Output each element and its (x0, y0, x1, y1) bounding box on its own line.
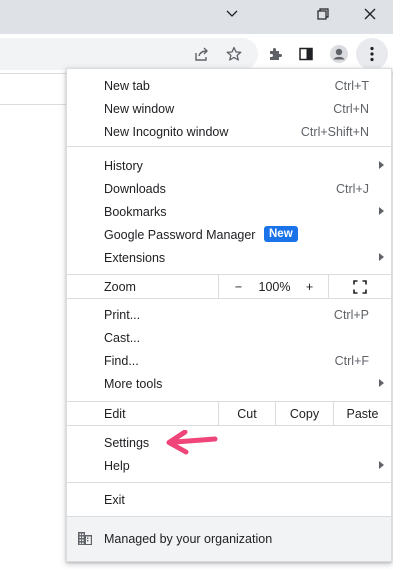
menu-item-label: Exit (104, 492, 125, 507)
menu-item-label: Managed by your organization (104, 532, 273, 546)
menu-item-label: New tab (104, 78, 150, 93)
menu-separator (67, 425, 391, 426)
chrome-main-menu: New tab Ctrl+T New window Ctrl+N New Inc… (66, 68, 392, 562)
restore-button[interactable] (303, 0, 343, 28)
submenu-arrow-icon (379, 253, 384, 261)
menu-item-label: Extensions (104, 250, 166, 265)
menu-item-new-tab[interactable]: New tab Ctrl+T (67, 74, 391, 97)
menu-item-label: Downloads (104, 181, 166, 196)
zoom-out-label: − (234, 279, 243, 294)
star-icon (226, 46, 242, 61)
menu-item-help[interactable]: Help (67, 454, 391, 477)
menu-item-find[interactable]: Find... Ctrl+F (67, 349, 391, 372)
menu-separator (67, 146, 391, 147)
copy-label: Copy (289, 406, 320, 421)
fullscreen-button[interactable] (328, 275, 391, 298)
menu-item-google-password-manager[interactable]: Google Password Manager New (67, 223, 391, 246)
address-bar[interactable] (0, 38, 258, 70)
close-window-button[interactable] (350, 0, 390, 28)
chevron-down-icon (226, 10, 238, 17)
menu-item-label: Cast... (104, 330, 141, 345)
menu-item-shortcut: Ctrl+T (334, 78, 369, 93)
zoom-level-value: 100% (258, 279, 291, 294)
cut-button[interactable]: Cut (218, 402, 275, 425)
menu-item-downloads[interactable]: Downloads Ctrl+J (67, 177, 391, 200)
more-vert-icon (370, 46, 374, 62)
menu-item-more-tools[interactable]: More tools (67, 372, 391, 395)
zoom-in-label: + (305, 279, 314, 294)
menu-item-settings[interactable]: Settings (67, 430, 391, 455)
page-divider (0, 104, 66, 105)
annotation-arrow-icon (166, 430, 218, 455)
profile-button[interactable] (325, 40, 353, 68)
restore-icon (317, 8, 329, 20)
title-bar (0, 0, 393, 34)
paste-label: Paste (346, 406, 379, 421)
zoom-in-button[interactable]: + (291, 275, 328, 298)
menu-item-extensions[interactable]: Extensions (67, 246, 391, 269)
menu-item-label: Find... (104, 353, 139, 368)
submenu-arrow-icon (379, 161, 384, 169)
submenu-arrow-icon (379, 207, 384, 215)
menu-item-label: Google Password Manager (104, 227, 256, 242)
menu-item-shortcut: Ctrl+N (333, 101, 369, 116)
menu-item-label: History (104, 158, 143, 173)
menu-item-print[interactable]: Print... Ctrl+P (67, 303, 391, 326)
menu-item-exit[interactable]: Exit (67, 488, 391, 511)
extensions-icon (270, 48, 282, 60)
edit-label: Edit (104, 406, 126, 421)
menu-item-shortcut: Ctrl+J (336, 181, 369, 196)
chrome-menu-button[interactable] (358, 40, 386, 68)
close-icon (364, 8, 376, 20)
profile-icon (330, 45, 348, 63)
menu-item-label: More tools (104, 376, 163, 391)
minimize-chevron-button[interactable] (212, 0, 252, 28)
menu-item-shortcut: Ctrl+Shift+N (300, 124, 369, 139)
fullscreen-icon (353, 279, 367, 294)
menu-item-shortcut: Ctrl+F (334, 353, 369, 368)
menu-item-label: Print... (104, 307, 141, 322)
menu-item-label: New Incognito window (104, 124, 229, 139)
extensions-button[interactable] (261, 40, 289, 68)
menu-item-managed-by-organization[interactable]: Managed by your organization (67, 517, 391, 561)
menu-row-zoom: Zoom − 100% + (67, 275, 391, 298)
share-button[interactable] (188, 40, 216, 68)
menu-row-edit: Edit Cut Copy Paste (67, 402, 391, 425)
menu-item-label: Bookmarks (104, 204, 167, 219)
copy-button[interactable]: Copy (275, 402, 333, 425)
share-icon (195, 47, 208, 61)
menu-item-label: Help (104, 458, 130, 473)
menu-separator (67, 298, 391, 299)
zoom-out-button[interactable]: − (218, 275, 258, 298)
menu-separator (67, 482, 391, 483)
menu-item-bookmarks[interactable]: Bookmarks (67, 200, 391, 223)
menu-item-new-incognito-window[interactable]: New Incognito window Ctrl+Shift+N (67, 120, 391, 143)
submenu-arrow-icon (379, 379, 384, 387)
cut-label: Cut (237, 406, 257, 421)
menu-item-label: Settings (104, 435, 150, 450)
menu-item-label: New window (104, 101, 175, 116)
zoom-label: Zoom (104, 279, 136, 294)
menu-item-cast[interactable]: Cast... (67, 326, 391, 349)
side-panel-button[interactable] (292, 40, 320, 68)
paste-button[interactable]: Paste (333, 402, 391, 425)
menu-item-new-window[interactable]: New window Ctrl+N (67, 97, 391, 120)
building-icon (78, 532, 92, 545)
menu-item-history[interactable]: History (67, 154, 391, 177)
bookmark-star-button[interactable] (220, 40, 248, 68)
side-panel-icon (299, 47, 313, 61)
zoom-level: 100% (258, 275, 291, 298)
menu-item-shortcut: Ctrl+P (333, 307, 369, 322)
new-badge: New (264, 226, 298, 242)
submenu-arrow-icon (379, 461, 384, 469)
